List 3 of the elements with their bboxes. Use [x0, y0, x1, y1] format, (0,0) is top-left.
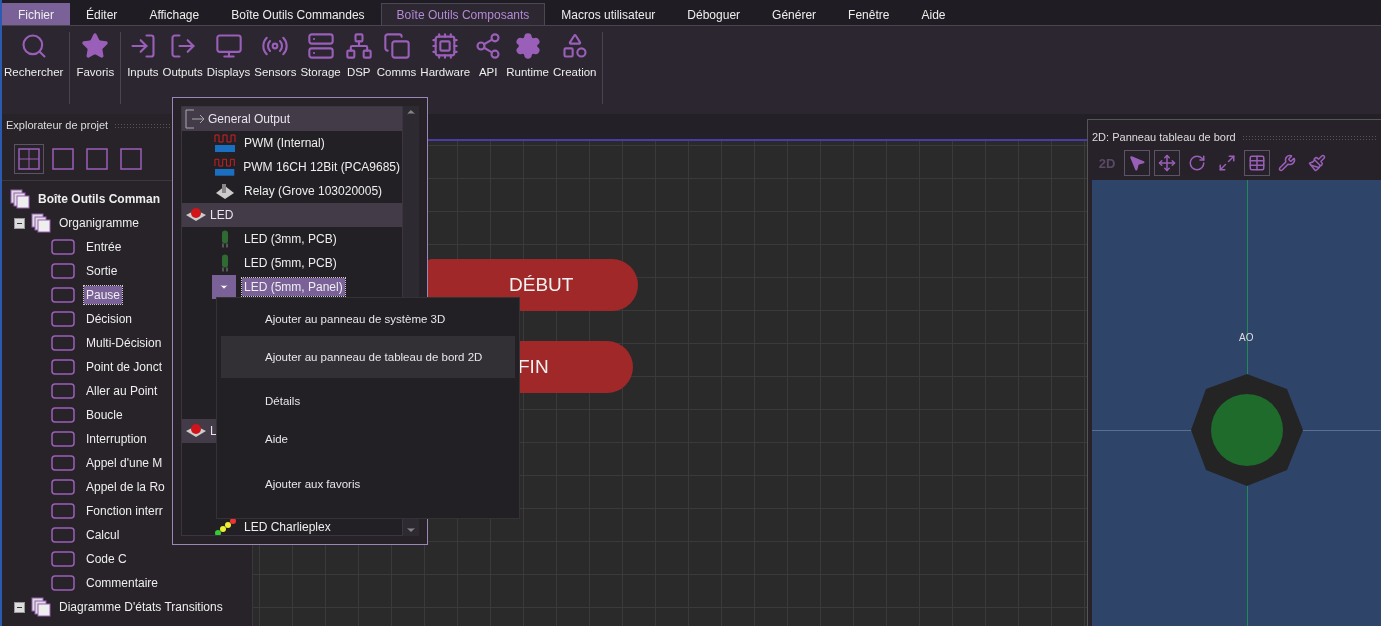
panel-title: 2D: Panneau tableau de bord: [1092, 131, 1236, 143]
led-label: AO: [1239, 332, 1254, 343]
panel-title: Explorateur de projet: [6, 119, 109, 131]
